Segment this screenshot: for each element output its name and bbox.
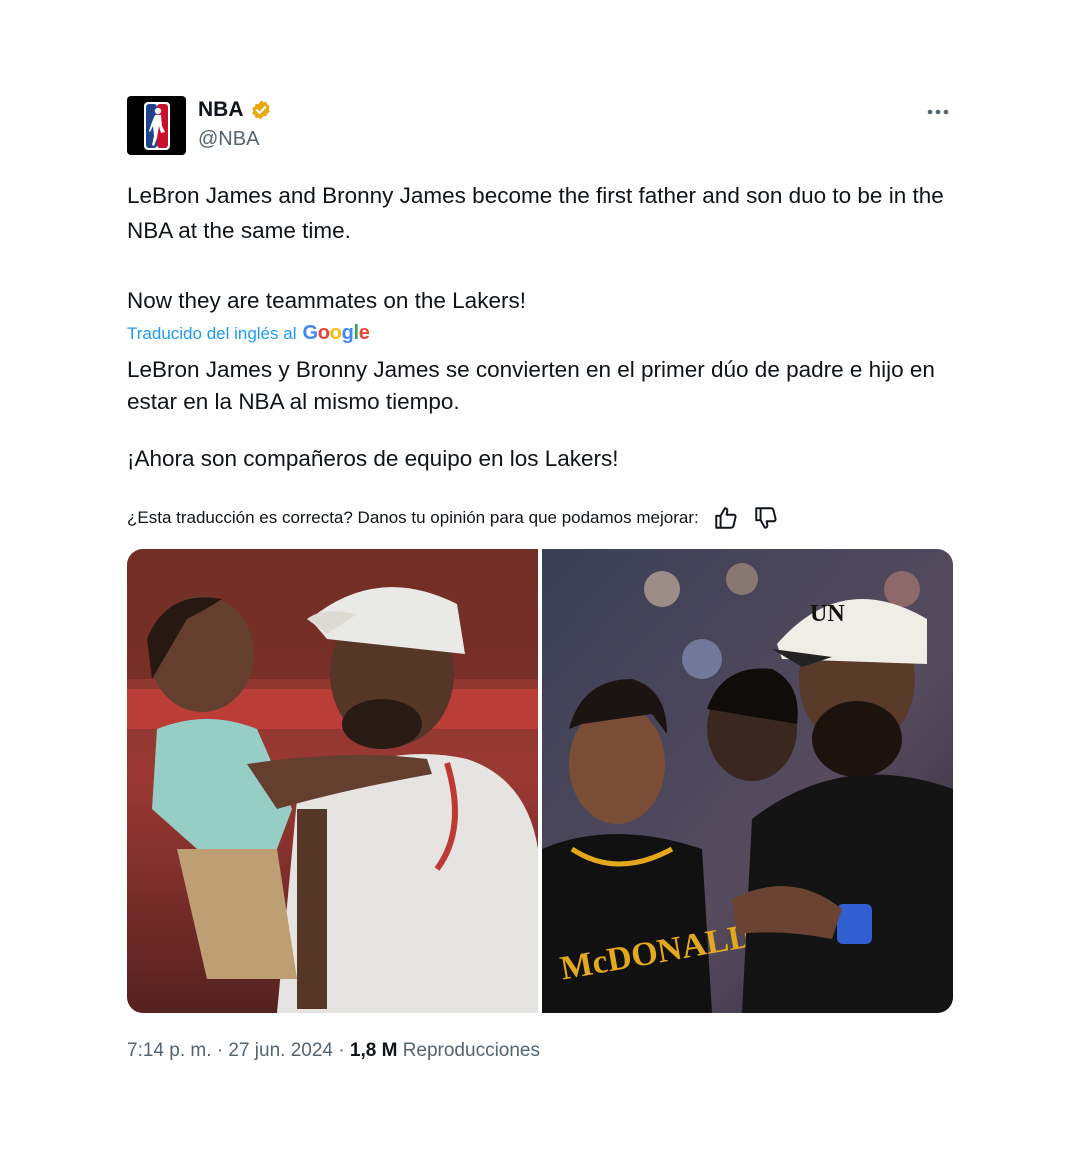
photo-lebron-and-bronny[interactable]: McDONALD'S UN	[542, 549, 953, 1013]
author-display-name[interactable]: NBA	[198, 98, 272, 122]
tweet-header: NBA @NBA	[127, 96, 953, 158]
nba-logo-icon	[143, 101, 170, 150]
avatar[interactable]	[127, 96, 186, 155]
tweet-text-translated-1: LeBron James y Bronny James se convierte…	[127, 357, 935, 414]
tweet-time[interactable]: 7:14 p. m.	[127, 1040, 212, 1061]
photo-illustration-2: McDONALD'S UN	[542, 549, 953, 1013]
translation-label: Traducido del inglés al	[127, 323, 297, 343]
photo-illustration-1	[127, 549, 538, 1013]
more-options-button[interactable]	[923, 98, 953, 126]
tweet-date[interactable]: 27 jun. 2024	[228, 1040, 333, 1061]
views-count: 1,8 M	[349, 1040, 398, 1061]
svg-text:UN: UN	[810, 601, 845, 627]
thumbs-up-button[interactable]	[713, 505, 739, 531]
tweet-meta: 7:14 p. m. · 27 jun. 2024 · 1,8 M Reprod…	[127, 1040, 540, 1062]
meta-separator: ·	[338, 1040, 345, 1061]
tweet-text-original-2: Now they are teammates on the Lakers!	[127, 288, 526, 313]
author-names: NBA @NBA	[198, 98, 272, 151]
more-dots-icon	[927, 109, 949, 115]
display-name-text: NBA	[198, 98, 244, 121]
thumbs-down-button[interactable]	[753, 505, 779, 531]
thumbs-down-icon	[754, 507, 777, 529]
tweet: NBA @NBA LeBron James and Bronny James b…	[127, 96, 953, 1061]
tweet-media: McDONALD'S UN	[127, 549, 953, 1013]
meta-separator: ·	[216, 1040, 224, 1061]
verified-badge-icon	[251, 100, 270, 120]
translation-feedback: ¿Esta traducción es correcta? Danos tu o…	[127, 505, 779, 531]
tweet-text-translated-2: ¡Ahora son compañeros de equipo en los L…	[127, 446, 619, 471]
translation-attribution[interactable]: Traducido del inglés al Google	[127, 322, 370, 345]
author-handle[interactable]: @NBA	[198, 128, 272, 151]
feedback-prompt: ¿Esta traducción es correcta? Danos tu o…	[127, 508, 699, 527]
tweet-text-original-1: LeBron James and Bronny James become the…	[127, 183, 944, 243]
views-label: Reproducciones	[402, 1040, 540, 1061]
thumbs-up-icon	[714, 507, 737, 529]
google-logo: Google	[302, 322, 370, 344]
photo-lebron-holding-bronny[interactable]	[127, 549, 538, 1013]
